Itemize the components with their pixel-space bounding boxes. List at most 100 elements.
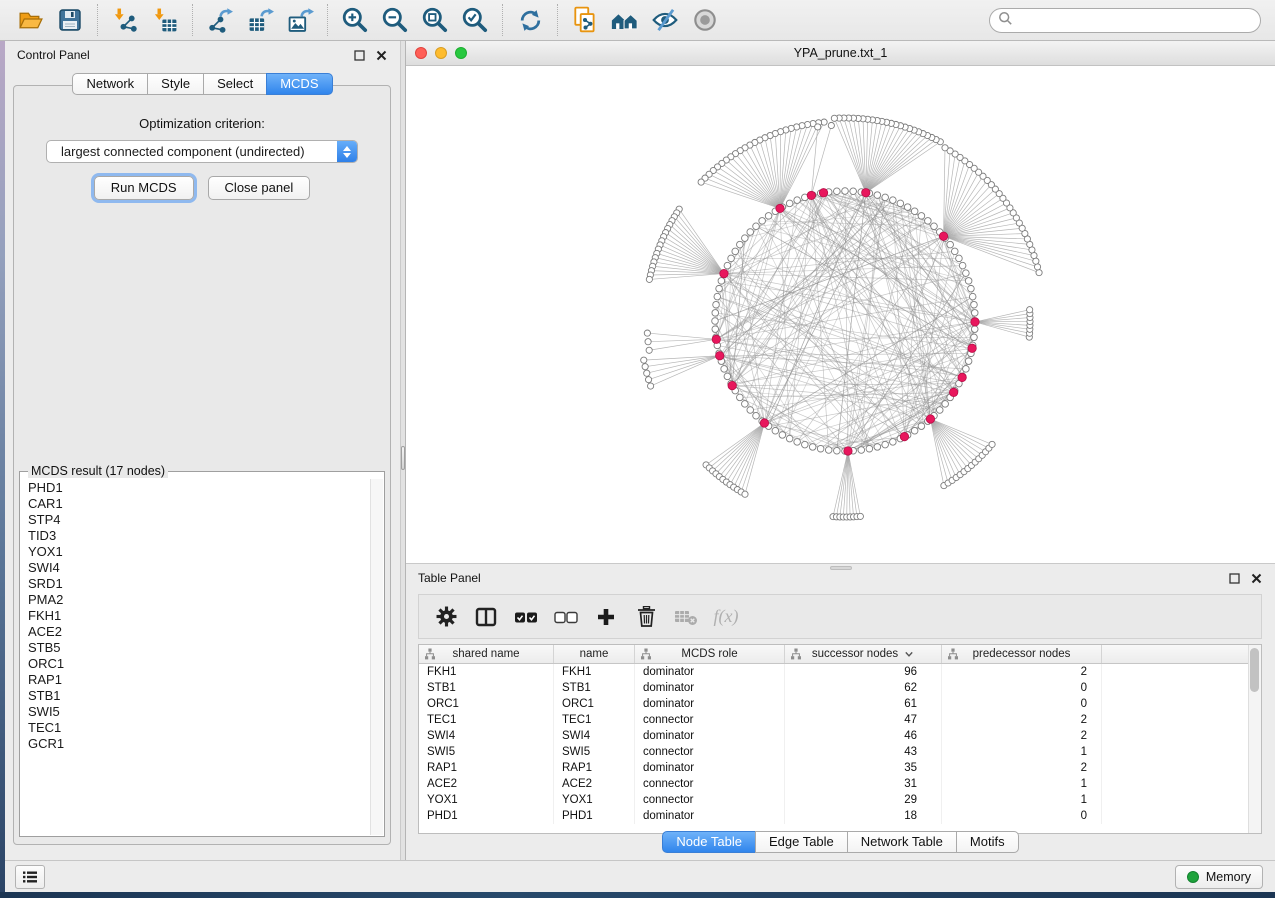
mcds-result-item[interactable]: TEC1	[21, 720, 370, 736]
column-header-mcds-role[interactable]: MCDS role	[635, 645, 785, 663]
mcds-result-scrollbar[interactable]	[370, 479, 383, 835]
table-row[interactable]: ORC1ORC1dominator610	[419, 696, 1261, 712]
export-table-icon[interactable]	[245, 5, 275, 35]
table-row[interactable]: SWI4SWI4dominator462	[419, 728, 1261, 744]
table-row[interactable]: PHD1PHD1dominator180	[419, 808, 1261, 824]
splitter-handle[interactable]	[401, 446, 405, 470]
open-file-icon[interactable]	[15, 5, 45, 35]
mcds-result-item[interactable]: CAR1	[21, 496, 370, 512]
table-cell: SWI5	[554, 744, 635, 760]
tab-select[interactable]: Select	[203, 73, 267, 95]
tab-node-table[interactable]: Node Table	[662, 831, 756, 853]
refresh-icon[interactable]	[515, 5, 545, 35]
network-view-window: YPA_prune.txt_1	[406, 41, 1275, 563]
close-panel-button[interactable]: Close panel	[208, 176, 311, 200]
column-header-shared-name[interactable]: shared name	[419, 645, 554, 663]
tab-motifs[interactable]: Motifs	[956, 831, 1019, 853]
first-neighbors-icon[interactable]	[610, 5, 640, 35]
network-graph[interactable]	[406, 66, 1275, 562]
splitter-handle-horizontal[interactable]	[830, 566, 852, 570]
close-panel-icon[interactable]	[1249, 571, 1263, 585]
tab-network-table[interactable]: Network Table	[847, 831, 957, 853]
mcds-result-list[interactable]: PHD1CAR1STP4TID3YOX1SWI4SRD1PMA2FKH1ACE2…	[21, 480, 370, 835]
criterion-selected-value: largest connected component (undirected)	[47, 144, 337, 159]
tab-network[interactable]: Network	[72, 73, 148, 95]
scrollbar-thumb[interactable]	[1250, 648, 1259, 692]
mcds-result-item[interactable]: FKH1	[21, 608, 370, 624]
run-mcds-button[interactable]: Run MCDS	[94, 176, 194, 200]
deselect-all-icon[interactable]	[553, 604, 579, 630]
delete-columns-icon[interactable]	[633, 604, 659, 630]
application-window: Control Panel NetworkStyleSelectMCDS Opt…	[0, 0, 1275, 898]
mcds-result-item[interactable]: TID3	[21, 528, 370, 544]
tab-mcds[interactable]: MCDS	[266, 73, 332, 95]
new-column-icon[interactable]	[593, 604, 619, 630]
mcds-result-item[interactable]: STB5	[21, 640, 370, 656]
table-cell: connector	[635, 712, 785, 728]
new-network-from-selection-icon[interactable]	[570, 5, 600, 35]
function-builder-icon: f(x)	[713, 604, 739, 630]
import-table-icon[interactable]	[150, 5, 180, 35]
table-cell: SWI5	[419, 744, 554, 760]
mcds-result-item[interactable]: SWI4	[21, 560, 370, 576]
task-history-button[interactable]	[15, 865, 45, 889]
mcds-result-item[interactable]: STP4	[21, 512, 370, 528]
search-field[interactable]	[989, 8, 1261, 33]
mcds-result-item[interactable]: PMA2	[21, 592, 370, 608]
column-label: MCDS role	[681, 648, 737, 660]
network-window-titlebar[interactable]: YPA_prune.txt_1	[406, 41, 1275, 66]
zoom-out-icon[interactable]	[380, 5, 410, 35]
table-cell: 0	[942, 680, 1102, 696]
table-cell: 0	[942, 808, 1102, 824]
export-image-icon[interactable]	[285, 5, 315, 35]
table-cell: connector	[635, 792, 785, 808]
tab-style[interactable]: Style	[147, 73, 204, 95]
toolbar-separator	[97, 4, 98, 36]
show-columns-icon[interactable]	[473, 604, 499, 630]
search-input[interactable]	[1013, 11, 1260, 31]
mcds-result-item[interactable]: RAP1	[21, 672, 370, 688]
optimization-criterion-select[interactable]: largest connected component (undirected)	[46, 140, 358, 163]
table-row[interactable]: FKH1FKH1dominator962	[419, 664, 1261, 680]
desktop-wallpaper-bottom	[0, 892, 1275, 898]
table-row[interactable]: STB1STB1dominator620	[419, 680, 1261, 696]
table-row[interactable]: YOX1YOX1connector291	[419, 792, 1261, 808]
table-scrollbar[interactable]	[1248, 645, 1261, 833]
tab-edge-table[interactable]: Edge Table	[755, 831, 848, 853]
float-panel-icon[interactable]	[352, 48, 366, 62]
table-row[interactable]: RAP1RAP1dominator352	[419, 760, 1261, 776]
float-panel-icon[interactable]	[1227, 571, 1241, 585]
column-header-predecessor-nodes[interactable]: predecessor nodes	[942, 645, 1102, 663]
zoom-fit-icon[interactable]	[420, 5, 450, 35]
close-panel-icon[interactable]	[374, 48, 388, 62]
mcds-result-item[interactable]: STB1	[21, 688, 370, 704]
mcds-result-item[interactable]: ACE2	[21, 624, 370, 640]
show-all-icon[interactable]	[690, 5, 720, 35]
mcds-result-item[interactable]: SRD1	[21, 576, 370, 592]
import-network-icon[interactable]	[110, 5, 140, 35]
table-row[interactable]: TEC1TEC1connector472	[419, 712, 1261, 728]
mcds-result-item[interactable]: ORC1	[21, 656, 370, 672]
mcds-result-item[interactable]: GCR1	[21, 736, 370, 752]
network-canvas[interactable]	[406, 66, 1275, 562]
table-mode-gear-icon[interactable]	[433, 604, 459, 630]
mcds-result-item[interactable]: SWI5	[21, 704, 370, 720]
hide-selected-icon[interactable]	[650, 5, 680, 35]
control-panel: Control Panel NetworkStyleSelectMCDS Opt…	[5, 41, 400, 860]
zoom-selected-icon[interactable]	[460, 5, 490, 35]
mcds-result-item[interactable]: YOX1	[21, 544, 370, 560]
column-header-successor-nodes[interactable]: successor nodes	[785, 645, 942, 663]
export-network-icon[interactable]	[205, 5, 235, 35]
mcds-result-item[interactable]: PHD1	[21, 480, 370, 496]
column-header-name[interactable]: name	[554, 645, 635, 663]
select-all-icon[interactable]	[513, 604, 539, 630]
table-row[interactable]: ACE2ACE2connector311	[419, 776, 1261, 792]
zoom-in-icon[interactable]	[340, 5, 370, 35]
table-row[interactable]: SWI5SWI5connector431	[419, 744, 1261, 760]
memory-button[interactable]: Memory	[1175, 865, 1263, 889]
node-table-header: shared namename MCDS role successor nodesp…	[419, 645, 1261, 664]
save-session-icon[interactable]	[55, 5, 85, 35]
table-cell: TEC1	[419, 712, 554, 728]
table-cell: dominator	[635, 664, 785, 680]
shared-column-icon	[424, 648, 436, 663]
